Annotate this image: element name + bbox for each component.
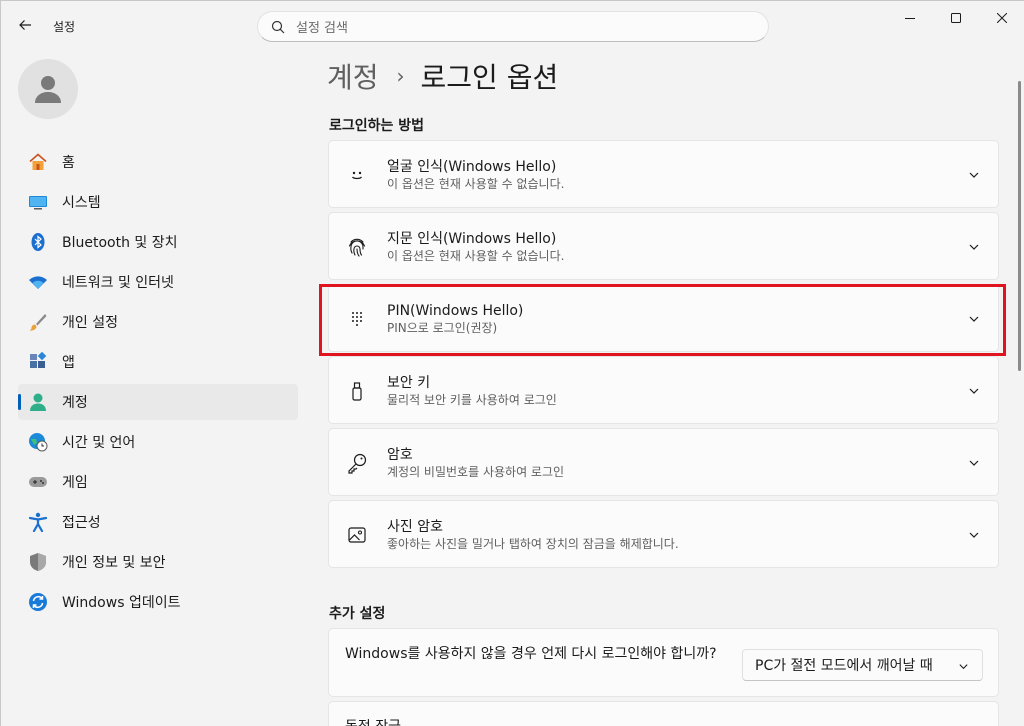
- password-card[interactable]: 암호 계정의 비밀번호를 사용하여 로그인: [328, 428, 999, 496]
- system-icon: [28, 192, 48, 212]
- globe-clock-icon: [28, 432, 48, 452]
- dropdown-value: PC가 절전 모드에서 깨어날 때: [755, 658, 933, 674]
- chevron-down-icon: [956, 659, 970, 673]
- account-icon: [28, 392, 48, 412]
- sidebar-item-system[interactable]: 시스템: [18, 184, 298, 220]
- setting-description: Windows를 사용하지 않을 경우 언제 다시 로그인해야 합니까?: [345, 646, 717, 662]
- card-description: 이 옵션은 현재 사용할 수 없습니다.: [387, 177, 565, 191]
- search-input[interactable]: 설정 검색: [296, 17, 348, 36]
- card-description: 이 옵션은 현재 사용할 수 없습니다.: [387, 249, 565, 263]
- signin-required-setting: Windows를 사용하지 않을 경우 언제 다시 로그인해야 합니까? PC가…: [328, 628, 999, 697]
- apps-icon: [28, 352, 48, 372]
- search-box[interactable]: 설정 검색: [257, 11, 769, 42]
- sidebar-item-apps[interactable]: 앱: [18, 344, 298, 380]
- card-description: 계정의 비밀번호를 사용하여 로그인: [387, 465, 565, 479]
- card-title: 지문 인식(Windows Hello): [387, 231, 557, 247]
- sidebar-item-label: 개인 설정: [62, 315, 118, 331]
- sidebar-item-label: 시간 및 언어: [62, 435, 136, 451]
- brush-icon: [28, 312, 48, 332]
- title-bar: 설정 설정 검색: [1, 1, 1024, 49]
- sidebar-item-time-language[interactable]: 시간 및 언어: [18, 424, 298, 460]
- picture-icon: [345, 523, 369, 547]
- minimize-icon: [905, 18, 915, 19]
- sidebar-item-gaming[interactable]: 게임: [18, 464, 298, 500]
- back-arrow-icon: [19, 20, 31, 30]
- wifi-icon: [28, 272, 48, 292]
- fingerprint-card[interactable]: 지문 인식(Windows Hello) 이 옵션은 현재 사용할 수 없습니다…: [328, 212, 999, 280]
- card-title: 얼굴 인식(Windows Hello): [387, 159, 557, 175]
- face-recognition-card[interactable]: 얼굴 인식(Windows Hello) 이 옵션은 현재 사용할 수 없습니다…: [328, 140, 999, 208]
- usb-key-icon: [345, 379, 369, 403]
- sidebar-item-label: 시스템: [62, 195, 101, 211]
- sidebar-item-personalization[interactable]: 개인 설정: [18, 304, 298, 340]
- sidebar-item-bluetooth[interactable]: Bluetooth 및 장치: [18, 224, 298, 260]
- chevron-down-icon[interactable]: [966, 527, 982, 543]
- card-title: 동적 잠금: [345, 716, 401, 726]
- sidebar-item-label: 접근성: [62, 515, 101, 531]
- home-icon: [28, 152, 48, 172]
- chevron-down-icon[interactable]: [966, 383, 982, 399]
- maximize-icon: [951, 13, 961, 23]
- sidebar-item-label: 개인 정보 및 보안: [62, 555, 166, 571]
- card-title: 보안 키: [387, 375, 431, 391]
- key-icon: [345, 451, 369, 475]
- minimize-button[interactable]: [887, 1, 933, 35]
- sidebar-item-accessibility[interactable]: 접근성: [18, 504, 298, 540]
- card-title: 사진 암호: [387, 519, 443, 535]
- back-button[interactable]: [11, 13, 39, 37]
- maximize-button[interactable]: [933, 1, 979, 35]
- sidebar-item-network[interactable]: 네트워크 및 인터넷: [18, 264, 298, 300]
- picture-password-card[interactable]: 사진 암호 좋아하는 사진을 밀거나 탭하여 장치의 잠금을 해제합니다.: [328, 500, 999, 568]
- sidebar-item-label: 네트워크 및 인터넷: [62, 275, 174, 291]
- avatar[interactable]: [18, 59, 78, 119]
- shield-icon: [28, 552, 48, 572]
- face-icon: [345, 163, 369, 187]
- user-icon: [35, 76, 61, 103]
- accessibility-icon: [28, 512, 48, 532]
- breadcrumb-parent[interactable]: 계정: [327, 56, 379, 96]
- pin-highlight-box: [319, 284, 1006, 356]
- close-button[interactable]: [979, 1, 1024, 35]
- extra-section-title: 추가 설정: [329, 606, 386, 622]
- sidebar-item-label: Windows 업데이트: [62, 595, 181, 611]
- bluetooth-icon: [28, 232, 48, 252]
- signin-required-dropdown[interactable]: PC가 절전 모드에서 깨어날 때: [742, 649, 983, 681]
- fingerprint-icon: [345, 235, 369, 259]
- chevron-down-icon[interactable]: [966, 455, 982, 471]
- signin-section-title: 로그인하는 방법: [329, 118, 425, 134]
- scrollbar[interactable]: [1018, 81, 1021, 371]
- sidebar-item-label: 게임: [62, 475, 88, 491]
- sidebar-item-privacy-security[interactable]: 개인 정보 및 보안: [18, 544, 298, 580]
- dynamic-lock-card[interactable]: 동적 잠금: [328, 701, 999, 726]
- sidebar-item-accounts[interactable]: 계정: [18, 384, 298, 420]
- sidebar-item-label: 계정: [62, 395, 88, 411]
- card-description: 좋아하는 사진을 밀거나 탭하여 장치의 잠금을 해제합니다.: [387, 537, 679, 551]
- card-title: 암호: [387, 447, 413, 463]
- update-icon: [28, 592, 48, 612]
- page-title: 로그인 옵션: [420, 61, 559, 94]
- sidebar-item-home[interactable]: 홈: [18, 144, 298, 180]
- settings-window: 설정 설정 검색 홈 시스템 Bluetooth 및 장치 네트워크 및 인터넷…: [0, 0, 1024, 726]
- security-key-card[interactable]: 보안 키 물리적 보안 키를 사용하여 로그인: [328, 356, 999, 424]
- close-icon: [997, 13, 1007, 23]
- sidebar-item-windows-update[interactable]: Windows 업데이트: [18, 584, 298, 620]
- search-icon: [270, 19, 286, 35]
- sidebar-nav: 홈 시스템 Bluetooth 및 장치 네트워크 및 인터넷 개인 설정 앱 …: [18, 144, 298, 624]
- breadcrumb-separator: ›: [396, 64, 405, 88]
- sidebar-item-label: 홈: [62, 155, 75, 171]
- breadcrumb: 계정 › 로그인 옵션: [327, 56, 558, 96]
- gamepad-icon: [28, 472, 48, 492]
- chevron-down-icon[interactable]: [966, 167, 982, 183]
- app-title: 설정: [53, 20, 76, 34]
- sidebar-item-label: Bluetooth 및 장치: [62, 235, 178, 251]
- chevron-down-icon[interactable]: [966, 239, 982, 255]
- card-description: 물리적 보안 키를 사용하여 로그인: [387, 393, 557, 407]
- sidebar-item-label: 앱: [62, 355, 75, 371]
